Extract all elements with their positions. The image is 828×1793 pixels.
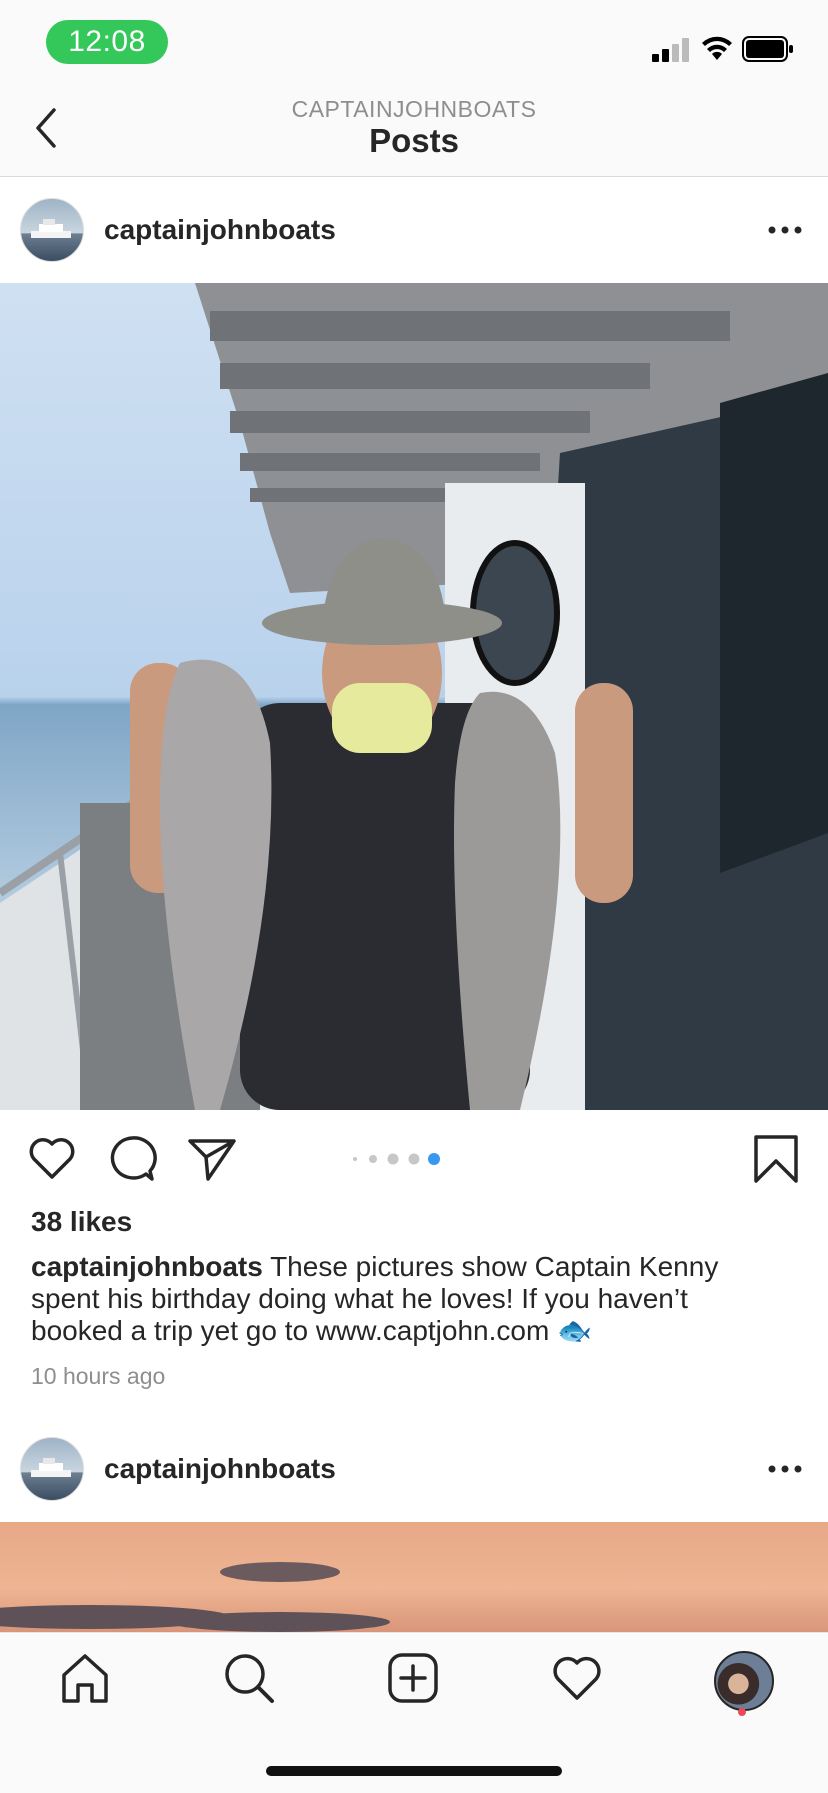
status-time: 12:08 [46,20,168,64]
post-avatar[interactable] [20,1437,84,1501]
more-options-icon[interactable] [767,225,803,235]
page-title: Posts [369,122,459,159]
post-username[interactable]: captainjohnboats [104,1453,336,1485]
home-icon[interactable] [58,1651,112,1705]
boat-avatar-icon [31,219,71,238]
heart-icon[interactable] [26,1132,78,1184]
profile-avatar[interactable] [714,1651,774,1711]
battery-icon [742,36,793,62]
wifi-icon [702,36,732,60]
post-caption: captainjohnboats These pictures show Cap… [31,1251,771,1347]
comment-icon[interactable] [106,1133,158,1185]
post-photo[interactable] [0,1522,828,1632]
carousel-indicator [353,1153,440,1165]
bookmark-icon[interactable] [750,1133,802,1185]
cellular-signal-icon [652,38,689,62]
boat-avatar-icon [31,1458,71,1477]
header-account-name: CAPTAINJOHNBOATS [291,96,537,122]
home-indicator[interactable] [266,1766,562,1776]
post-username[interactable]: captainjohnboats [104,214,336,246]
post-photo[interactable] [0,283,828,1110]
post-timestamp: 10 hours ago [31,1363,166,1389]
caption-username[interactable]: captainjohnboats [31,1251,263,1282]
activity-heart-icon[interactable] [550,1651,604,1705]
likes-count[interactable]: 38 likes [31,1206,132,1238]
more-options-icon[interactable] [767,1464,803,1474]
sunset-photo-illustration [0,1562,390,1632]
new-post-icon[interactable] [386,1651,440,1705]
post-avatar[interactable] [20,198,84,262]
share-icon[interactable] [186,1133,238,1185]
search-icon[interactable] [222,1651,276,1705]
notification-dot [738,1708,746,1716]
fishing-photo-illustration [0,283,828,1110]
